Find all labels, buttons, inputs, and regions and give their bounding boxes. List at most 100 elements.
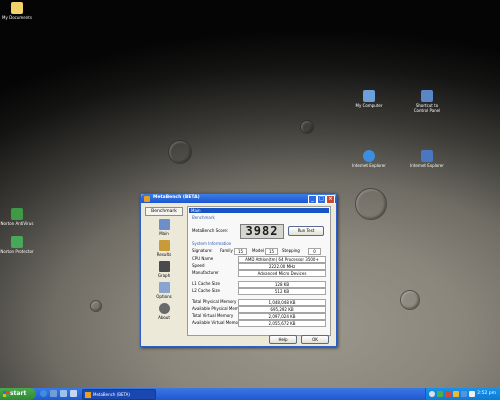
info-key: Total Virtual Memory bbox=[192, 313, 234, 318]
benchmark-group-label: Benchmark bbox=[192, 215, 215, 220]
stepping-label: Stepping bbox=[282, 248, 300, 253]
start-button[interactable]: start bbox=[0, 388, 36, 400]
app-icon bbox=[144, 195, 150, 202]
run-test-button[interactable]: Run Test bbox=[288, 226, 324, 236]
panel-header: Main bbox=[189, 208, 329, 213]
signature-label: Signature: bbox=[192, 248, 213, 253]
computer-icon bbox=[363, 90, 375, 102]
info-key: CPU Name bbox=[192, 256, 214, 261]
wallpaper-crater bbox=[168, 140, 192, 164]
info-key: Speed bbox=[192, 263, 205, 268]
help-button[interactable]: Help bbox=[269, 335, 297, 344]
desktop-icon-control-panel[interactable]: Shortcut to Control Panel bbox=[410, 90, 444, 113]
sidebar-item-options[interactable]: Options bbox=[145, 282, 183, 299]
app-icon bbox=[85, 391, 91, 398]
start-label: start bbox=[10, 390, 27, 397]
metabench-window[interactable]: MetaBench (BETA) _ □ × Benchmark Main Re… bbox=[140, 193, 337, 347]
ok-button[interactable]: OK bbox=[301, 335, 329, 344]
norton-icon bbox=[11, 208, 23, 220]
desktop-icon-norton-antivirus[interactable]: Norton AntiVirus bbox=[0, 208, 34, 226]
taskbar-item-metabench[interactable]: MetaBench (BETA) bbox=[82, 389, 156, 400]
sysinfo-group-label: System Information bbox=[192, 241, 232, 246]
info-row: L2 Cache Size 512 KB bbox=[192, 287, 326, 295]
main-icon bbox=[158, 219, 170, 230]
sidebar-item-about[interactable]: About bbox=[145, 303, 183, 320]
desktop-icon-label: Norton AntiVirus bbox=[0, 221, 34, 226]
quicklaunch-ie-icon[interactable] bbox=[40, 390, 47, 397]
results-icon bbox=[158, 240, 170, 251]
info-value: 2,055,672 KB bbox=[238, 319, 326, 327]
desktop-icon-label: My Documents bbox=[2, 15, 32, 20]
window-title: MetaBench (BETA) bbox=[153, 195, 200, 200]
sidebar-item-main[interactable]: Main bbox=[145, 219, 183, 236]
tray-misc-icon[interactable] bbox=[469, 391, 475, 397]
internet-explorer-icon bbox=[363, 150, 375, 162]
info-row: L1 Cache Size 128 KB bbox=[192, 280, 326, 288]
sidebar-item-results[interactable]: Results bbox=[145, 240, 183, 257]
taskbar-item-label: MetaBench (BETA) bbox=[93, 392, 130, 397]
sidebar-item-label: Graph bbox=[157, 273, 171, 278]
desktop-icon-label: Shortcut to Control Panel bbox=[413, 103, 441, 113]
options-icon bbox=[158, 282, 170, 293]
tray-network-icon[interactable] bbox=[453, 391, 459, 397]
model-value: 15 bbox=[265, 247, 278, 255]
sidebar-item-graph[interactable]: Graph bbox=[145, 261, 183, 278]
sidebar-item-label: About bbox=[158, 315, 170, 320]
sidebar-item-label: Options bbox=[156, 294, 172, 299]
info-key: L2 Cache Size bbox=[192, 288, 220, 293]
tray-norton-icon[interactable] bbox=[437, 391, 443, 397]
sidebar-item-label: Main bbox=[159, 231, 169, 236]
sidebar: Benchmark Main Results Graph Options Abo… bbox=[145, 207, 183, 329]
quicklaunch-desktop-icon[interactable] bbox=[50, 390, 57, 397]
desktop-icon-label: Internet Explorer bbox=[410, 163, 444, 168]
info-row: Speed 2222.00 MHz bbox=[192, 262, 326, 270]
tray-volume-icon[interactable] bbox=[461, 391, 467, 397]
wallpaper-crater bbox=[300, 120, 314, 134]
family-label: Family bbox=[220, 248, 233, 253]
info-value: 512 KB bbox=[238, 287, 326, 295]
desktop-icon-label: Internet Explorer bbox=[352, 163, 386, 168]
quicklaunch-expand-icon[interactable] bbox=[70, 390, 77, 397]
maximize-button[interactable]: □ bbox=[317, 195, 326, 204]
info-key: L1 Cache Size bbox=[192, 281, 220, 286]
minimize-button[interactable]: _ bbox=[308, 195, 317, 204]
graph-icon bbox=[158, 261, 170, 272]
window-titlebar[interactable]: MetaBench (BETA) _ □ × bbox=[141, 194, 336, 204]
folder-icon bbox=[11, 2, 23, 14]
wallpaper-crater bbox=[400, 290, 420, 310]
quicklaunch-media-icon[interactable] bbox=[60, 390, 67, 397]
desktop-icon-internet-explorer-2[interactable]: Internet Explorer bbox=[410, 150, 444, 168]
model-label: Model bbox=[252, 248, 265, 253]
close-button[interactable]: × bbox=[326, 195, 335, 204]
info-row: Total Physical Memory 1,048,048 KB bbox=[192, 298, 326, 306]
tray-security-icon[interactable] bbox=[445, 391, 451, 397]
info-row: Available Virtual Memory 2,055,672 KB bbox=[192, 319, 326, 327]
score-display: 3982 bbox=[240, 224, 284, 239]
info-value: Advanced Micro Devices bbox=[238, 269, 326, 277]
info-row: CPU Name AMD Athlon(tm) 64 Processor 3500… bbox=[192, 255, 326, 263]
info-row: Manufacturer Advanced Micro Devices bbox=[192, 269, 326, 277]
sidebar-item-label: Results bbox=[156, 252, 172, 257]
desktop-icon-my-documents[interactable]: My Documents bbox=[0, 2, 34, 20]
clock[interactable]: 2:52 pm bbox=[477, 388, 496, 400]
desktop-icon-my-computer[interactable]: My Computer bbox=[352, 90, 386, 108]
control-panel-icon bbox=[421, 90, 433, 102]
family-value: 15 bbox=[234, 247, 247, 255]
signature-row: Signature: Family 15 Model 15 Stepping 0 bbox=[192, 247, 326, 255]
system-tray: 2:52 pm bbox=[425, 388, 500, 400]
desktop-icon-label: My Computer bbox=[355, 103, 383, 108]
tray-arrow-icon[interactable] bbox=[429, 391, 435, 397]
wallpaper-crater bbox=[90, 300, 102, 312]
score-label: MetaBench Score: bbox=[192, 228, 229, 233]
stepping-value: 0 bbox=[308, 247, 321, 255]
info-row: Total Virtual Memory 2,097,024 KB bbox=[192, 312, 326, 320]
norton-icon bbox=[11, 236, 23, 248]
windows-logo-icon bbox=[3, 391, 9, 397]
info-row: Available Physical Memory 695,292 KB bbox=[192, 305, 326, 313]
info-key: Manufacturer bbox=[192, 270, 219, 275]
desktop-icon-internet-explorer[interactable]: Internet Explorer bbox=[352, 150, 386, 168]
taskbar: start MetaBench (BETA) 2:52 pm bbox=[0, 388, 500, 400]
benchmark-button[interactable]: Benchmark bbox=[145, 207, 183, 216]
desktop-icon-label: Norton Protector bbox=[0, 249, 34, 254]
desktop-icon-norton-protector[interactable]: Norton Protector bbox=[0, 236, 34, 254]
